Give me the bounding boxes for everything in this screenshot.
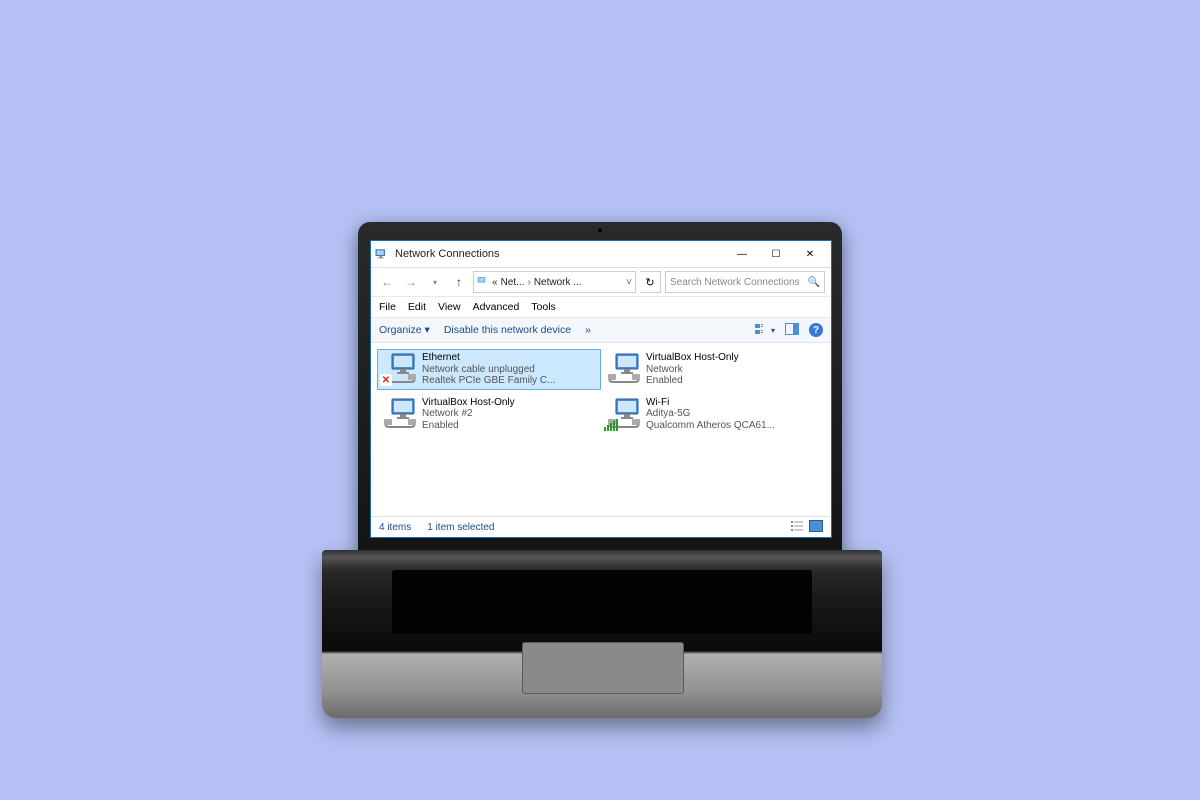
adapter-name: VirtualBox Host-Only [646,352,739,364]
adapter-description: Enabled [646,375,739,387]
ethernet-adapter-icon: ✕ [382,352,416,384]
laptop-keyboard [392,570,812,634]
wifi-adapter-icon [606,397,640,429]
large-icons-view-icon[interactable] [809,520,823,535]
breadcrumb-prefix: « [492,277,498,288]
titlebar: Network Connections — ☐ ✕ [371,241,831,268]
network-folder-icon [477,275,489,290]
navigation-bar: ← → ▾ ↑ « Net... › Network ... ˅ ↻ [371,268,831,297]
adapter-description: Qualcomm Atheros QCA61... [646,420,775,432]
chevron-right-icon: › [527,277,530,288]
network-adapter-item[interactable]: Wi-Fi Aditya-5G Qualcomm Atheros QCA61..… [601,394,825,435]
details-view-icon[interactable] [791,520,803,535]
laptop-mockup: Network Connections — ☐ ✕ ← → ▾ ↑ « Net.… [322,222,882,736]
item-count: 4 items [379,522,411,533]
adapter-status: Aditya-5G [646,408,775,420]
organize-button[interactable]: Organize ▾ [379,324,430,336]
adapter-name: Wi-Fi [646,397,775,409]
adapter-description: Enabled [422,420,515,432]
chevron-down-icon[interactable]: ˅ [626,277,632,288]
recent-dropdown[interactable]: ▾ [425,272,445,292]
menu-bar: File Edit View Advanced Tools [371,297,831,318]
adapter-name: Ethernet [422,352,555,364]
network-connections-window: Network Connections — ☐ ✕ ← → ▾ ↑ « Net.… [370,240,832,538]
menu-tools[interactable]: Tools [531,301,556,313]
network-connections-icon [375,247,389,261]
adapter-description: Realtek PCIe GBE Family C... [422,375,555,387]
signal-strength-icon [604,419,618,431]
network-adapter-item[interactable]: VirtualBox Host-Only Network #2 Enabled [377,394,601,435]
breadcrumb-segment[interactable]: Network ... [534,277,582,288]
adapter-status: Network #2 [422,408,515,420]
menu-file[interactable]: File [379,301,396,313]
menu-advanced[interactable]: Advanced [473,301,520,313]
network-adapter-item[interactable]: VirtualBox Host-Only Network Enabled [601,349,825,390]
adapter-status: Network cable unplugged [422,364,555,376]
error-overlay-icon: ✕ [380,374,392,386]
adapter-status: Network [646,364,739,376]
window-title: Network Connections [395,248,500,260]
forward-button[interactable]: → [401,272,421,292]
view-options-button[interactable]: ▾ [755,323,775,337]
help-icon[interactable]: ? [809,323,823,337]
command-bar: Organize ▾ Disable this network device »… [371,318,831,343]
search-placeholder: Search Network Connections [670,277,804,288]
refresh-button[interactable]: ↻ [640,271,661,293]
disable-device-button[interactable]: Disable this network device [444,324,571,336]
up-button[interactable]: ↑ [449,272,469,292]
adapter-name: VirtualBox Host-Only [422,397,515,409]
adapters-content: ✕ Ethernet Network cable unplugged Realte… [371,343,831,516]
address-bar[interactable]: « Net... › Network ... ˅ [473,271,636,293]
laptop-trackpad [522,642,684,694]
close-button[interactable]: ✕ [793,241,827,267]
more-commands-button[interactable]: » [585,324,591,336]
back-button[interactable]: ← [377,272,397,292]
laptop-screen-frame: Network Connections — ☐ ✕ ← → ▾ ↑ « Net.… [358,222,842,558]
minimize-button[interactable]: — [725,241,759,267]
status-bar: 4 items 1 item selected [371,516,831,537]
selection-count: 1 item selected [427,522,494,533]
breadcrumb-segment[interactable]: Net... [501,277,525,288]
menu-view[interactable]: View [438,301,461,313]
search-icon: 🔍 [808,277,820,288]
ethernet-adapter-icon [606,352,640,384]
laptop-base [322,550,882,718]
ethernet-adapter-icon [382,397,416,429]
search-input[interactable]: Search Network Connections 🔍 [665,271,825,293]
preview-pane-button[interactable] [785,322,799,339]
maximize-button[interactable]: ☐ [759,241,793,267]
network-adapter-item[interactable]: ✕ Ethernet Network cable unplugged Realte… [377,349,601,390]
menu-edit[interactable]: Edit [408,301,426,313]
